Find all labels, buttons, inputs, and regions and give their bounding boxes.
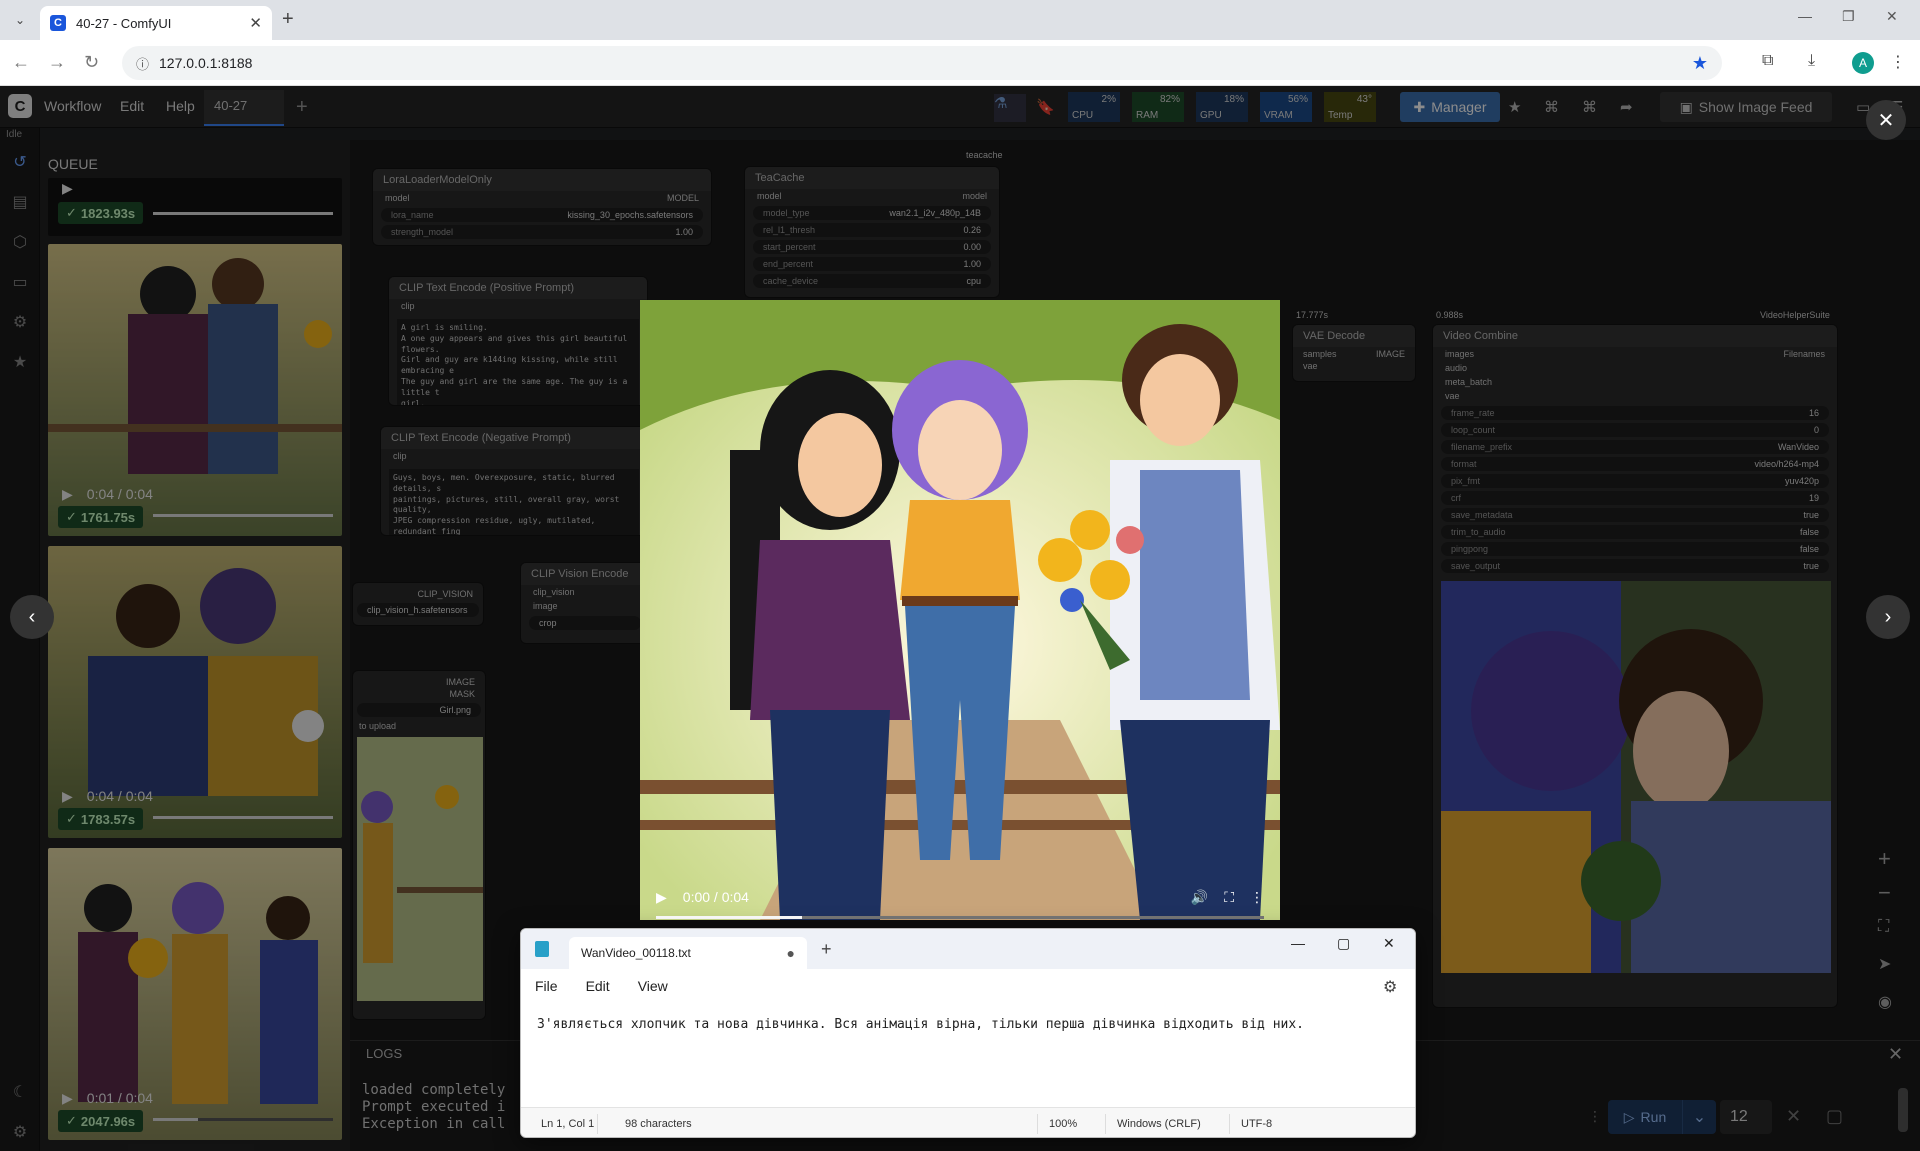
notepad-text-area[interactable]: З'являється хлопчик та нова дівчинка. Вс…: [537, 1017, 1407, 1032]
fullscreen-icon[interactable]: ⛶: [1224, 889, 1234, 906]
play-icon[interactable]: ▶: [656, 889, 667, 906]
site-info-icon[interactable]: ⓘ: [136, 54, 149, 73]
close-gallery-button[interactable]: ✕: [1866, 100, 1906, 140]
video-seek-bar[interactable]: [656, 916, 1264, 919]
encoding: UTF-8: [1241, 1118, 1273, 1130]
chevron-right-icon: ›: [1884, 605, 1892, 628]
notepad-close-icon[interactable]: ✕: [1383, 935, 1395, 952]
notepad-minimize-icon[interactable]: —: [1291, 935, 1305, 951]
close-tab-icon[interactable]: ✕: [249, 14, 262, 32]
notepad-new-tab-icon[interactable]: +: [821, 939, 832, 960]
notepad-app-icon: [535, 941, 549, 957]
volume-icon[interactable]: 🔊: [1191, 889, 1208, 906]
back-icon[interactable]: ←: [12, 52, 30, 73]
line-ending: Windows (CRLF): [1117, 1118, 1201, 1130]
new-tab-icon[interactable]: +: [282, 8, 294, 31]
downloads-icon[interactable]: ⤓: [1808, 52, 1815, 70]
address-bar[interactable]: ⓘ 127.0.0.1:8188 ★: [122, 46, 1722, 80]
restore-window-icon[interactable]: ❐: [1842, 8, 1855, 25]
profile-avatar[interactable]: A: [1852, 52, 1874, 74]
browser-tab[interactable]: C 40-27 - ComfyUI ✕: [40, 6, 272, 40]
notepad-menu-edit[interactable]: Edit: [586, 978, 610, 994]
notepad-menu-bar: File Edit View: [521, 969, 1415, 1003]
notepad-menu-view[interactable]: View: [638, 978, 668, 994]
notepad-status-bar: Ln 1, Col 1 98 characters 100% Windows (…: [521, 1107, 1415, 1137]
notepad-maximize-icon[interactable]: ▢: [1337, 935, 1350, 952]
previous-image-button[interactable]: ‹: [10, 595, 54, 639]
browser-menu-icon[interactable]: ⋮: [1890, 52, 1906, 72]
comfyui-favicon-icon: C: [50, 15, 66, 31]
unsaved-dot-icon[interactable]: ●: [787, 945, 795, 961]
browser-tab-title: 40-27 - ComfyUI: [76, 15, 172, 31]
video-frame: [640, 300, 1280, 920]
character-count: 98 characters: [625, 1118, 692, 1130]
forward-icon[interactable]: →: [48, 52, 66, 73]
tab-search-icon[interactable]: ⌄: [10, 10, 30, 30]
close-icon: ✕: [1877, 109, 1895, 132]
notepad-window: WanVideo_00118.txt ● + — ▢ ✕ File Edit V…: [520, 928, 1416, 1138]
more-options-icon[interactable]: ⋮: [1250, 889, 1264, 906]
zoom-level: 100%: [1049, 1118, 1078, 1130]
notepad-tab-title: WanVideo_00118.txt: [581, 946, 691, 960]
notepad-tab[interactable]: WanVideo_00118.txt ●: [569, 937, 807, 969]
video-controls: ▶ 0:00 / 0:04 🔊 ⛶ ⋮: [640, 874, 1280, 920]
minimize-window-icon[interactable]: —: [1798, 8, 1812, 24]
cursor-position: Ln 1, Col 1: [541, 1118, 595, 1130]
notepad-settings-gear-icon[interactable]: ⚙: [1383, 977, 1397, 997]
close-window-icon[interactable]: ✕: [1886, 8, 1898, 25]
url-text: 127.0.0.1:8188: [159, 55, 253, 71]
chevron-left-icon: ‹: [28, 605, 36, 628]
next-image-button[interactable]: ›: [1866, 595, 1910, 639]
reload-icon[interactable]: ↻: [84, 52, 99, 73]
gallery-video[interactable]: [640, 300, 1280, 920]
extensions-icon[interactable]: ⧉: [1762, 52, 1773, 70]
notepad-menu-file[interactable]: File: [535, 978, 558, 994]
video-time: 0:00 / 0:04: [682, 889, 749, 905]
bookmark-star-icon[interactable]: ★: [1692, 53, 1708, 74]
